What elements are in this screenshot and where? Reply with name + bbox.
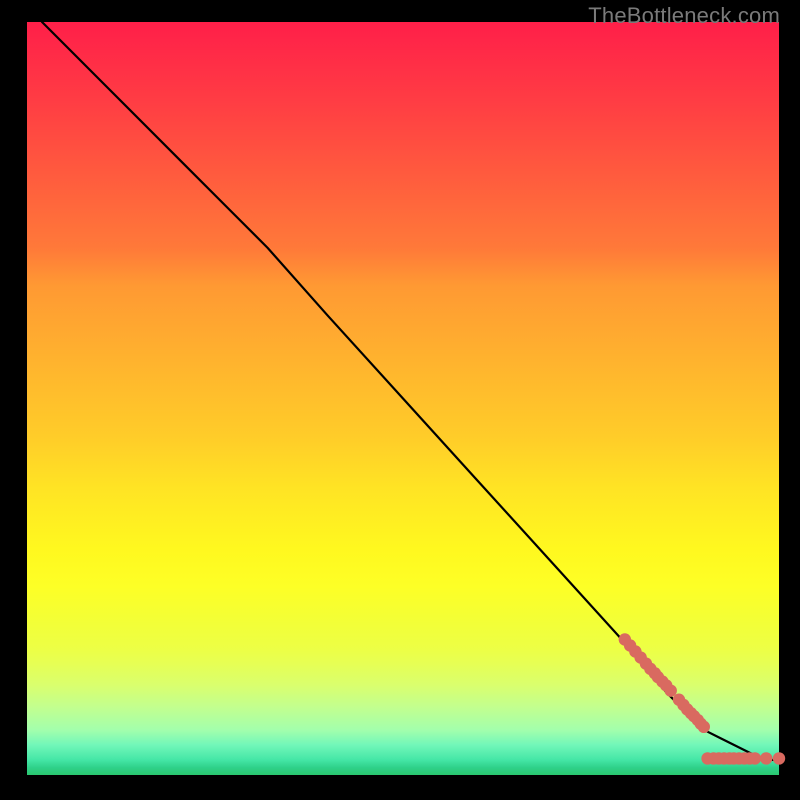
chart-point xyxy=(749,752,761,764)
chart-point xyxy=(698,721,710,733)
chart-scatter-layer xyxy=(619,633,786,764)
chart-point xyxy=(773,752,785,764)
chart-line-layer xyxy=(42,22,779,760)
chart-overlay xyxy=(27,22,779,775)
chart-line-curve xyxy=(42,22,779,760)
chart-point xyxy=(760,752,772,764)
